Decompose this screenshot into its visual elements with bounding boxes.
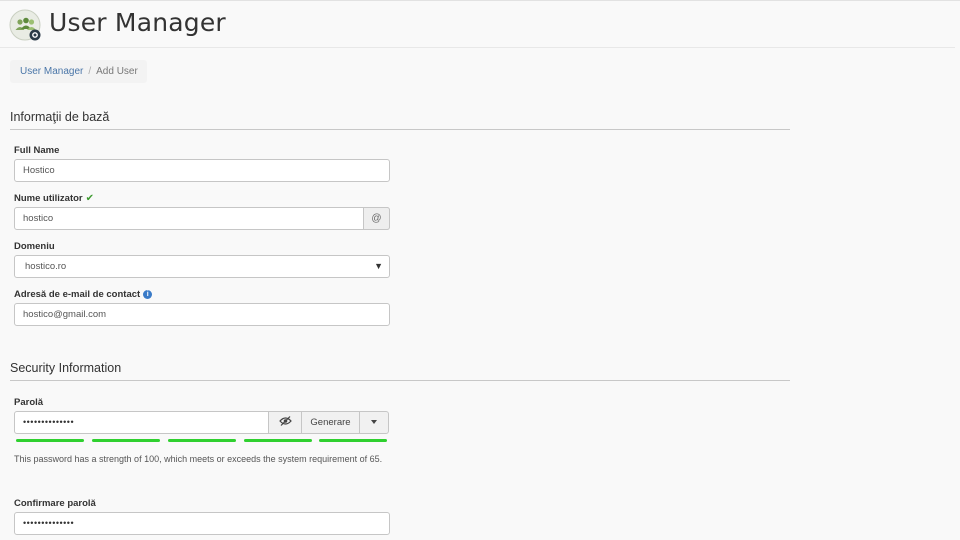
breadcrumb-link-user-manager[interactable]: User Manager [20,66,83,77]
password-strength-meter [16,439,389,443]
username-field[interactable]: hostico @ [14,207,390,230]
confirm-password-input[interactable]: •••••••••••••• [14,512,390,535]
generate-options-button[interactable] [359,411,389,434]
strength-segment [319,439,387,442]
chevron-down-icon: ▼ [374,261,383,271]
eye-slash-icon [278,416,292,428]
confirm-password-label: Confirmare parolă [14,498,96,509]
username-input[interactable]: hostico [23,213,53,224]
username-label: Nume utilizator [14,193,83,204]
at-sign-addon: @ [363,207,390,230]
password-strength-text: This password has a strength of 100, whi… [14,454,383,464]
breadcrumb-separator: / [88,66,92,77]
password-input[interactable]: •••••••••••••• [14,411,269,434]
info-icon[interactable]: i [143,290,153,299]
caret-down-icon [371,420,377,425]
page-title: User Manager [49,8,226,37]
user-manager-icon [9,9,42,42]
full-name-label: Full Name [14,145,60,156]
strength-segment [244,439,312,442]
page-header: User Manager [0,1,955,48]
breadcrumb: User Manager / Add User [10,60,147,83]
full-name-input[interactable]: Hostico [14,159,390,182]
generate-password-button[interactable]: Generare [301,411,360,434]
password-label: Parolă [14,397,44,408]
breadcrumb-current: Add User [96,66,138,77]
password-group: •••••••••••••• Generare [14,411,389,434]
section-title-security: Security Information [10,361,790,381]
domain-select[interactable]: hostico.ro ▼ [14,255,390,278]
toggle-visibility-button[interactable] [268,411,302,434]
email-input[interactable]: hostico@gmail.com [14,303,390,326]
strength-segment [168,439,236,442]
email-label: Adresă de e-mail de contact [14,289,141,300]
strength-segment [16,439,84,442]
strength-segment [92,439,160,442]
domain-label: Domeniu [14,241,55,252]
username-label-row: Nume utilizator ✔ [14,193,94,204]
section-title-basic: Informaţii de bază [10,110,790,130]
domain-select-value: hostico.ro [25,261,67,272]
email-label-row: Adresă de e-mail de contact i [14,289,153,300]
check-icon: ✔ [85,193,95,204]
